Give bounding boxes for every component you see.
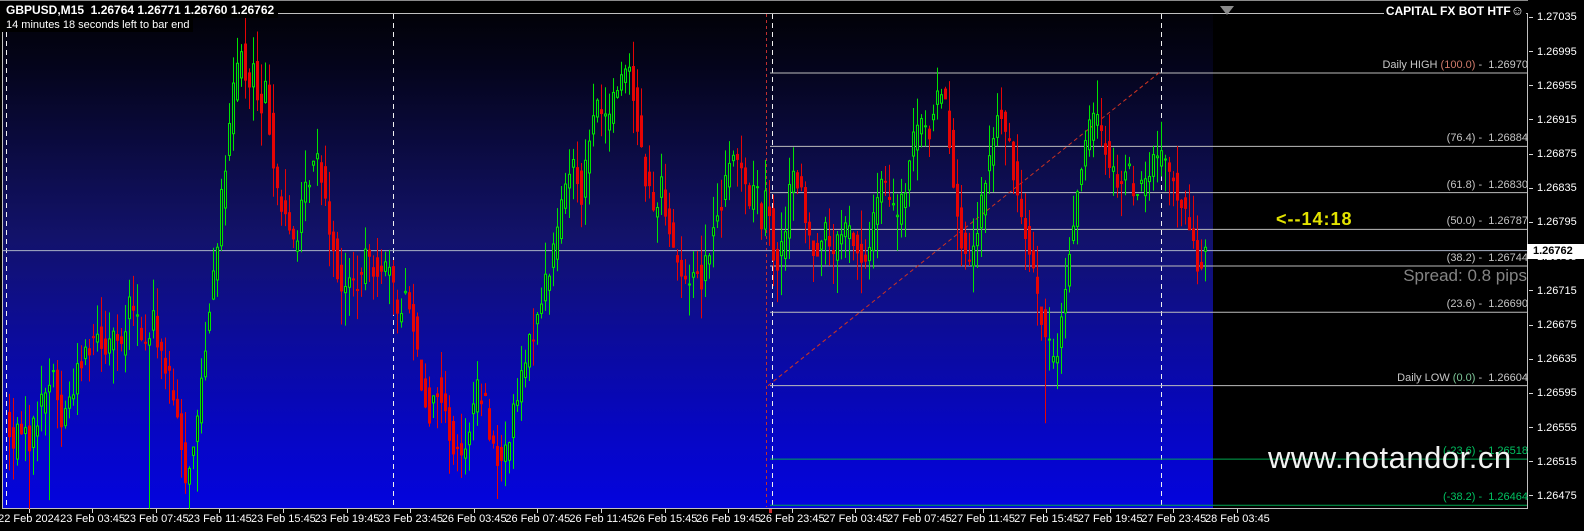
window-top-edge bbox=[0, 0, 1584, 1]
time-tick-label: 27 Feb 23:45 bbox=[1141, 513, 1207, 525]
time-tick-label: 23 Feb 11:45 bbox=[187, 513, 252, 525]
price-tick-label: 1.26835 bbox=[1537, 182, 1577, 195]
time-tick-label: 26 Feb 03:45 bbox=[441, 513, 507, 525]
time-tick-label: 23 Feb 03:45 bbox=[60, 513, 126, 525]
time-tick-label: 26 Feb 11:45 bbox=[569, 513, 634, 525]
price-tick-mark bbox=[1529, 325, 1533, 326]
fib-level-label: Daily HIGH (100.0) - 1.26970 bbox=[1382, 59, 1528, 71]
time-tick-label: 22 Feb 2024 bbox=[0, 513, 60, 525]
time-tick-label: 26 Feb 07:45 bbox=[505, 513, 571, 525]
price-tick-label: 1.26915 bbox=[1537, 113, 1577, 126]
indicator-brand-label: CAPITAL FX BOT HTF☺ bbox=[1383, 2, 1526, 19]
price-tick-label: 1.26795 bbox=[1537, 216, 1577, 229]
price-tick-label: 1.27035 bbox=[1537, 11, 1577, 24]
price-tick-mark bbox=[1529, 461, 1533, 462]
time-tick-label: 27 Feb 15:45 bbox=[1014, 513, 1080, 525]
current-price-box: 1.26762 bbox=[1527, 243, 1584, 259]
symbol-ohlc-label: GBPUSD,M15 1.26764 1.26771 1.26760 1.267… bbox=[2, 2, 279, 18]
fib-level-label: Daily LOW (0.0) - 1.26604 bbox=[1397, 372, 1528, 384]
watermark-label: www.notandor.cn bbox=[1268, 440, 1512, 475]
price-tick-mark bbox=[1529, 119, 1533, 120]
fib-level-label: (-38.2) - 1.26464 bbox=[1443, 491, 1528, 503]
fib-label-part: - 1.26604 bbox=[1475, 371, 1528, 384]
price-tick-mark bbox=[1529, 85, 1533, 86]
fib-anchor-axis-tick bbox=[769, 509, 772, 513]
smiley-icon: ☺ bbox=[1510, 3, 1524, 18]
price-tick-mark bbox=[1529, 393, 1533, 394]
chart-plot-area[interactable] bbox=[3, 14, 1213, 508]
fib-label-part: (76.4) - 1.26884 bbox=[1446, 132, 1528, 145]
time-tick-label: 23 Feb 19:45 bbox=[314, 513, 380, 525]
spread-label: Spread: 0.8 pips bbox=[1403, 266, 1527, 285]
fib-level-label: (76.4) - 1.26884 bbox=[1447, 132, 1528, 144]
fib-level-label: (50.0) - 1.26787 bbox=[1447, 215, 1528, 227]
price-tick-label: 1.26515 bbox=[1537, 455, 1577, 468]
time-tick-label: 23 Feb 23:45 bbox=[378, 513, 444, 525]
fib-label-part: (-38.2) - 1.26464 bbox=[1443, 491, 1528, 504]
fib-label-part: Daily HIGH bbox=[1382, 58, 1441, 71]
time-axis[interactable]: 22 Feb 2024 23 Feb 03:45 23 Feb 07:45 23 Fe… bbox=[0, 509, 1584, 531]
fib-label-part: (100.0) bbox=[1440, 58, 1476, 71]
fib-label-part: (50.0) - 1.26787 bbox=[1446, 215, 1528, 228]
price-tick-mark bbox=[1529, 427, 1533, 428]
fib-label-part: (23.6) - 1.26690 bbox=[1446, 298, 1528, 311]
time-tick-label: 27 Feb 07:45 bbox=[886, 513, 952, 525]
time-tick-label: 26 Feb 19:45 bbox=[696, 513, 762, 525]
fib-level-label: (23.6) - 1.26690 bbox=[1447, 298, 1528, 310]
price-tick-label: 1.26715 bbox=[1537, 284, 1577, 297]
mt4-chart-window: GBPUSD,M15 1.26764 1.26771 1.26760 1.267… bbox=[0, 0, 1584, 531]
bar-countdown-label: 14 minutes 18 seconds left to bar end bbox=[2, 18, 194, 32]
time-tick-label: 23 Feb 15:45 bbox=[250, 513, 316, 525]
price-tick-label: 1.26955 bbox=[1537, 79, 1577, 92]
price-tick-label: 1.26635 bbox=[1537, 353, 1577, 366]
chart-shift-marker-icon[interactable] bbox=[1220, 6, 1234, 15]
fib-label-part: (0.0) bbox=[1452, 371, 1476, 384]
price-tick-label: 1.26995 bbox=[1537, 45, 1577, 58]
fib-label-part: (38.2) - 1.26744 bbox=[1446, 252, 1528, 265]
fib-label-part: (61.8) - 1.26830 bbox=[1446, 178, 1528, 191]
price-tick-label: 1.26555 bbox=[1537, 421, 1577, 434]
price-tick-mark bbox=[1529, 154, 1533, 155]
price-tick-label: 1.26875 bbox=[1537, 148, 1577, 161]
price-tick-mark bbox=[1529, 222, 1533, 223]
fib-level-label: (38.2) - 1.26744 bbox=[1447, 252, 1528, 264]
fib-label-part: Daily LOW bbox=[1397, 371, 1453, 384]
price-tick-mark bbox=[1529, 359, 1533, 360]
time-annotation-label: <--14:18 bbox=[1276, 209, 1353, 229]
time-tick-label: 27 Feb 19:45 bbox=[1077, 513, 1143, 525]
time-tick-label: 27 Feb 03:45 bbox=[823, 513, 889, 525]
time-tick-label: 27 Feb 11:45 bbox=[950, 513, 1016, 525]
price-tick-label: 1.26475 bbox=[1537, 489, 1577, 502]
fib-level-label: (61.8) - 1.26830 bbox=[1447, 179, 1528, 191]
time-tick-label: 23 Feb 07:45 bbox=[123, 513, 189, 525]
price-tick-mark bbox=[1529, 51, 1533, 52]
price-tick-mark bbox=[1529, 290, 1533, 291]
price-tick-mark bbox=[1529, 188, 1533, 189]
time-tick-label: 26 Feb 15:45 bbox=[632, 513, 698, 525]
time-tick-label: 26 Feb 23:45 bbox=[759, 513, 825, 525]
brand-text: CAPITAL FX BOT HTF bbox=[1385, 4, 1511, 18]
fib-label-part: - 1.26970 bbox=[1475, 58, 1528, 71]
price-axis[interactable]: 1.27035 1.26995 1.26955 1.26915 1.26875 1.268… bbox=[1528, 0, 1584, 531]
time-tick-label: 28 Feb 03:45 bbox=[1204, 513, 1270, 525]
price-tick-mark bbox=[1529, 17, 1533, 18]
price-tick-mark bbox=[1529, 495, 1533, 496]
price-tick-label: 1.26595 bbox=[1537, 387, 1577, 400]
price-tick-label: 1.26675 bbox=[1537, 319, 1577, 331]
